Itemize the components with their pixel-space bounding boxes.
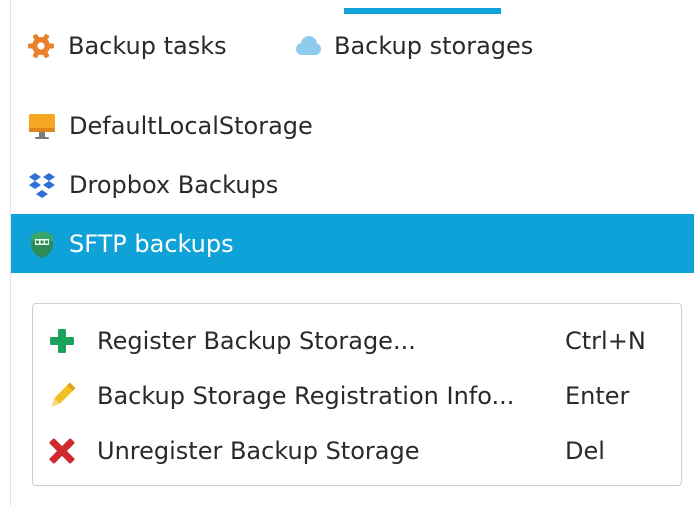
menu-item-shortcut: Del bbox=[565, 436, 605, 465]
storage-item-dropbox[interactable]: Dropbox Backups bbox=[11, 155, 694, 214]
backup-app-window: Backup tasks Backup storages DefaultLoca… bbox=[0, 0, 694, 506]
context-menu: Register Backup Storage... Ctrl+N Backup… bbox=[32, 303, 682, 486]
menu-item-label: Register Backup Storage... bbox=[97, 326, 416, 355]
sftp-shield-icon bbox=[25, 227, 59, 261]
storage-item-label: Dropbox Backups bbox=[69, 170, 279, 199]
menu-item-register-storage[interactable]: Register Backup Storage... Ctrl+N bbox=[33, 313, 681, 368]
tab-label: Backup tasks bbox=[68, 32, 227, 60]
tab-backup-tasks[interactable]: Backup tasks bbox=[24, 14, 227, 78]
storage-list: DefaultLocalStorage Dropbox Backups SFTP… bbox=[11, 96, 694, 273]
close-icon bbox=[45, 434, 79, 468]
plus-icon bbox=[45, 324, 79, 358]
pencil-icon bbox=[45, 379, 79, 413]
menu-item-shortcut: Ctrl+N bbox=[565, 326, 646, 355]
tab-label: Backup storages bbox=[334, 32, 534, 60]
storage-item-label: SFTP backups bbox=[69, 229, 234, 258]
storage-item-sftp[interactable]: SFTP backups bbox=[11, 214, 694, 273]
menu-item-label: Unregister Backup Storage bbox=[97, 436, 420, 465]
monitor-icon bbox=[25, 109, 59, 143]
gear-icon bbox=[24, 29, 58, 63]
dropbox-icon bbox=[25, 168, 59, 202]
menu-item-registration-info[interactable]: Backup Storage Registration Info... Ente… bbox=[33, 368, 681, 423]
menu-item-unregister-storage[interactable]: Unregister Backup Storage Del bbox=[33, 423, 681, 478]
tab-backup-storages[interactable]: Backup storages bbox=[290, 14, 533, 78]
menu-item-label: Backup Storage Registration Info... bbox=[97, 381, 515, 410]
storage-item-label: DefaultLocalStorage bbox=[69, 111, 313, 140]
storage-item-default-local[interactable]: DefaultLocalStorage bbox=[11, 96, 694, 155]
menu-item-shortcut: Enter bbox=[565, 381, 630, 410]
cloud-icon bbox=[290, 29, 324, 63]
